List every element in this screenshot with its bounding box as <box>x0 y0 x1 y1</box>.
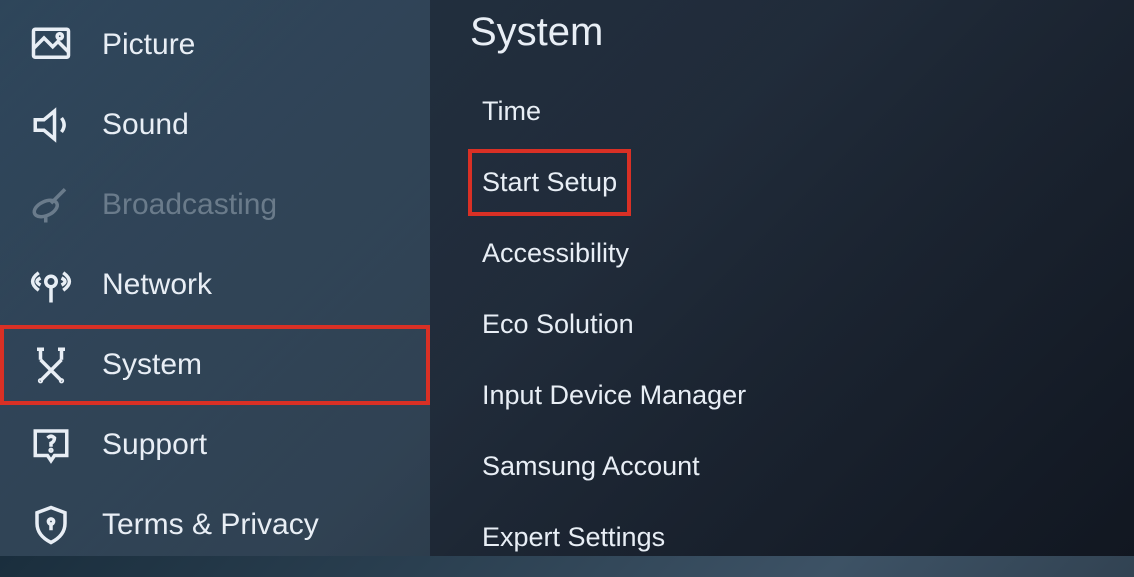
sound-icon <box>30 104 72 146</box>
support-icon <box>30 424 72 466</box>
sidebar-item-broadcasting: Broadcasting <box>0 165 430 245</box>
sidebar-item-system[interactable]: System <box>0 325 430 405</box>
privacy-icon <box>30 504 72 546</box>
menu-item-accessibility[interactable]: Accessibility <box>470 222 641 285</box>
menu-item-start-setup[interactable]: Start Setup <box>470 151 629 214</box>
menu-item-input-device-manager[interactable]: Input Device Manager <box>470 364 758 427</box>
menu-item-time[interactable]: Time <box>470 80 553 143</box>
sidebar-item-label: Support <box>102 428 207 462</box>
sidebar-item-label: Picture <box>102 28 195 62</box>
menu-item-samsung-account[interactable]: Samsung Account <box>470 435 712 498</box>
settings-main-panel: System Time Start Setup Accessibility Ec… <box>430 0 1134 556</box>
sidebar-item-terms-privacy[interactable]: Terms & Privacy <box>0 485 430 565</box>
network-icon <box>30 264 72 306</box>
system-icon <box>30 344 72 386</box>
sidebar-item-label: Broadcasting <box>102 188 277 222</box>
menu-item-eco-solution[interactable]: Eco Solution <box>470 293 646 356</box>
sidebar-item-label: Network <box>102 268 212 302</box>
sidebar-item-network[interactable]: Network <box>0 245 430 325</box>
sidebar-item-sound[interactable]: Sound <box>0 85 430 165</box>
sidebar-item-label: Sound <box>102 108 189 142</box>
sidebar-item-label: Terms & Privacy <box>102 508 319 542</box>
sidebar-item-support[interactable]: Support <box>0 405 430 485</box>
settings-sidebar: Picture Sound Broadcasting Network Syste <box>0 0 430 556</box>
picture-icon <box>30 24 72 66</box>
broadcasting-icon <box>30 184 72 226</box>
sidebar-item-picture[interactable]: Picture <box>0 5 430 85</box>
sidebar-item-label: System <box>102 348 202 382</box>
menu-item-expert-settings[interactable]: Expert Settings <box>470 506 677 569</box>
system-submenu: Time Start Setup Accessibility Eco Solut… <box>470 80 1134 577</box>
page-title: System <box>470 10 1134 55</box>
